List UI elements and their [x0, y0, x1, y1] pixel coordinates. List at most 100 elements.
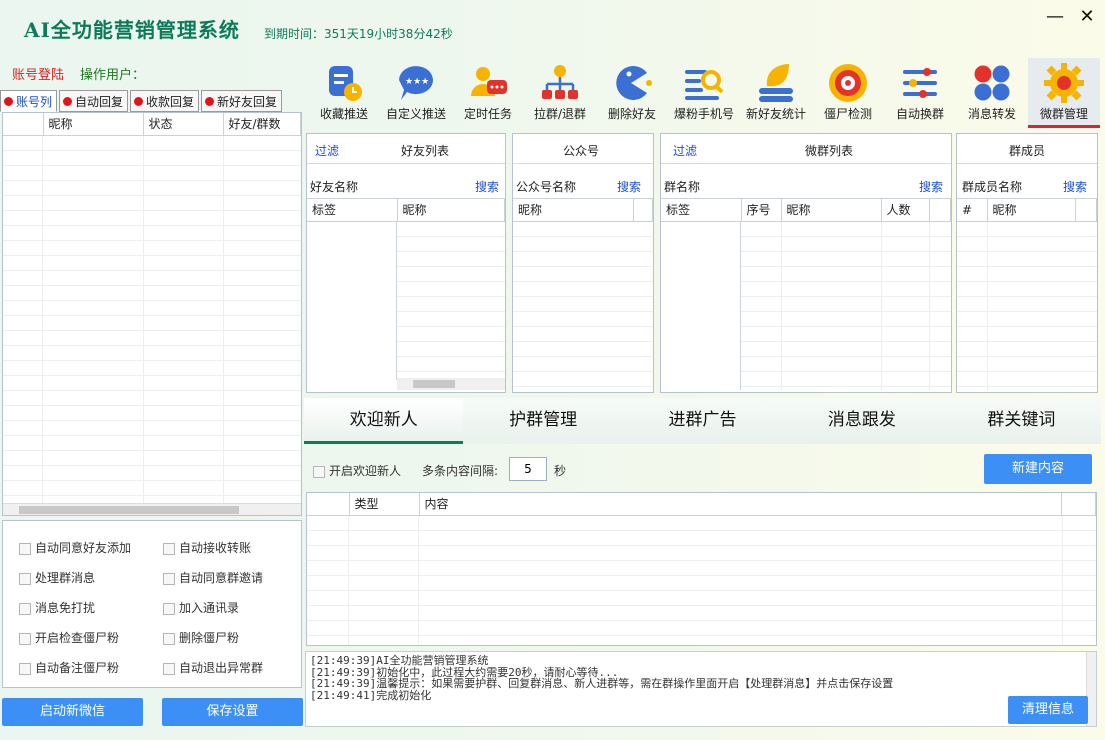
tab-group-keywords[interactable]: 群关键词	[942, 398, 1101, 444]
clear-info-button[interactable]: 清理信息	[1008, 696, 1088, 724]
col-header-status[interactable]: 状态	[143, 113, 224, 136]
tool-custom-push[interactable]: ★★★ 自定义推送	[380, 58, 452, 128]
option-check-zombie[interactable]: 开启检查僵尸粉	[19, 629, 119, 646]
option-label: 消息免打扰	[35, 601, 96, 615]
table-body	[3, 136, 301, 503]
option-label: 自动退出异常群	[179, 661, 264, 675]
checkbox[interactable]	[163, 632, 175, 645]
log-area[interactable]: [21:49:39]AI全功能营销管理系统 [21:49:39]初始化中，此过程…	[305, 651, 1097, 727]
horizontal-scrollbar[interactable]	[397, 378, 505, 390]
col-header[interactable]	[3, 113, 44, 136]
search-button[interactable]: 搜索	[1063, 178, 1087, 195]
tab-join-ads[interactable]: 进群广告	[623, 398, 782, 444]
tool-label: 收藏推送	[319, 107, 368, 121]
table-body	[741, 222, 951, 390]
save-settings-button[interactable]: 保存设置	[162, 698, 303, 726]
checkbox[interactable]	[163, 542, 175, 555]
tool-label: 自动换群	[895, 107, 944, 121]
tab-welcome-new[interactable]: 欢迎新人	[304, 398, 464, 444]
minimize-button[interactable]: —	[1044, 6, 1066, 28]
col-header-tag[interactable]: 标签	[307, 199, 398, 222]
tool-pull-group[interactable]: 拉群/退群	[524, 58, 596, 128]
svg-text:★★★: ★★★	[405, 77, 429, 87]
col-header-tag[interactable]: 标签	[661, 199, 742, 222]
org-tree-icon	[539, 62, 581, 104]
horizontal-scrollbar[interactable]	[3, 503, 301, 515]
col-header-type[interactable]: 类型	[349, 493, 420, 516]
tab-label: 账号列	[16, 94, 53, 109]
tool-delete-friend[interactable]: 删除好友	[596, 58, 668, 128]
col-header	[1061, 493, 1096, 516]
col-header-friend-count[interactable]: 好友/群数	[223, 113, 301, 136]
tool-zombie-detect[interactable]: 僵尸检测	[812, 58, 884, 128]
option-auto-accept-friend[interactable]: 自动同意好友添加	[19, 539, 131, 556]
tool-label: 删除好友	[607, 107, 656, 121]
tab-group-protection[interactable]: 护群管理	[463, 398, 622, 444]
col-header	[929, 199, 951, 222]
search-button[interactable]: 搜索	[919, 178, 943, 195]
tool-scheduled-task[interactable]: 定时任务	[452, 58, 524, 128]
option-auto-accept-group-invite[interactable]: 自动同意群邀请	[163, 569, 263, 586]
option-do-not-disturb[interactable]: 消息免打扰	[19, 599, 95, 616]
col-header-nickname[interactable]: 昵称	[987, 199, 1076, 222]
col-header-index[interactable]: #	[957, 199, 988, 222]
option-delete-zombie[interactable]: 删除僵尸粉	[163, 629, 239, 646]
tool-new-friend-stats[interactable]: 新好友统计	[740, 58, 812, 128]
option-remark-zombie[interactable]: 自动备注僵尸粉	[19, 659, 119, 676]
checkbox[interactable]	[163, 662, 175, 675]
tool-favorite-push[interactable]: 收藏推送	[308, 58, 380, 128]
search-label: 好友名称	[310, 180, 359, 194]
filter-link[interactable]: 过滤	[315, 142, 339, 159]
checkbox[interactable]	[163, 572, 175, 585]
search-label: 群名称	[664, 180, 701, 194]
search-button[interactable]: 搜索	[475, 178, 499, 195]
tool-auto-switch-group[interactable]: 自动换群	[884, 58, 956, 128]
tool-group-management[interactable]: 微群管理	[1028, 58, 1100, 128]
tool-message-forward[interactable]: 消息转发	[956, 58, 1028, 128]
checkbox[interactable]	[19, 572, 31, 585]
col-header-member-count[interactable]: 人数	[881, 199, 930, 222]
dots-grid-icon	[971, 62, 1013, 104]
panel-title: 微群列表	[805, 144, 854, 158]
option-add-contacts[interactable]: 加入通讯录	[163, 599, 239, 616]
col-header-index[interactable]: 序号	[741, 199, 782, 222]
bookmark-clock-icon	[323, 62, 365, 104]
tool-label: 拉群/退群	[533, 107, 587, 121]
log-line: [21:49:39]温馨提示：如果需要护群、回复群消息、新人进群等，需在群操作里…	[310, 677, 894, 690]
filter-link[interactable]: 过滤	[673, 142, 697, 159]
search-label: 群成员名称	[962, 180, 1023, 194]
pacman-icon	[611, 62, 653, 104]
checkbox[interactable]	[19, 662, 31, 675]
tab-account-list[interactable]: 账号列	[0, 90, 58, 112]
account-table: 昵称 状态 好友/群数	[2, 112, 302, 516]
tab-message-follow[interactable]: 消息跟发	[782, 398, 941, 444]
tool-label: 新好友统计	[745, 107, 806, 121]
option-auto-receive-transfer[interactable]: 自动接收转账	[163, 539, 251, 556]
log-line: [21:49:41]完成初始化	[310, 688, 432, 702]
enable-welcome-option[interactable]: 开启欢迎新人	[313, 462, 401, 479]
search-button[interactable]: 搜索	[617, 178, 641, 195]
col-header-nickname[interactable]: 昵称	[397, 199, 505, 222]
option-handle-group-msg[interactable]: 处理群消息	[19, 569, 95, 586]
checkbox[interactable]	[313, 465, 325, 478]
col-header-nickname[interactable]: 昵称	[513, 199, 634, 222]
col-header-nickname[interactable]: 昵称	[781, 199, 882, 222]
new-content-button[interactable]: 新建内容	[984, 454, 1092, 484]
start-wechat-button[interactable]: 启动新微信	[2, 698, 143, 726]
tab-payment-reply[interactable]: 收款回复	[130, 90, 200, 112]
option-label: 开启检查僵尸粉	[35, 631, 120, 645]
group-list-panel: 过滤 微群列表 群名称 搜索 标签 序号 昵称 人数	[660, 133, 952, 393]
tab-auto-reply[interactable]: 自动回复	[59, 90, 129, 112]
col-header-nickname[interactable]: 昵称	[43, 113, 144, 136]
col-header-content[interactable]: 内容	[419, 493, 1062, 516]
interval-input[interactable]	[509, 457, 547, 481]
close-button[interactable]: ✕	[1076, 6, 1098, 28]
option-exit-abnormal-group[interactable]: 自动退出异常群	[163, 659, 263, 676]
checkbox[interactable]	[19, 542, 31, 555]
tab-label: 收款回复	[146, 94, 195, 109]
checkbox[interactable]	[19, 632, 31, 645]
tab-new-friend-reply[interactable]: 新好友回复	[201, 90, 283, 112]
checkbox[interactable]	[163, 602, 175, 615]
tool-phone-fans[interactable]: 爆粉手机号	[668, 58, 740, 128]
checkbox[interactable]	[19, 602, 31, 615]
